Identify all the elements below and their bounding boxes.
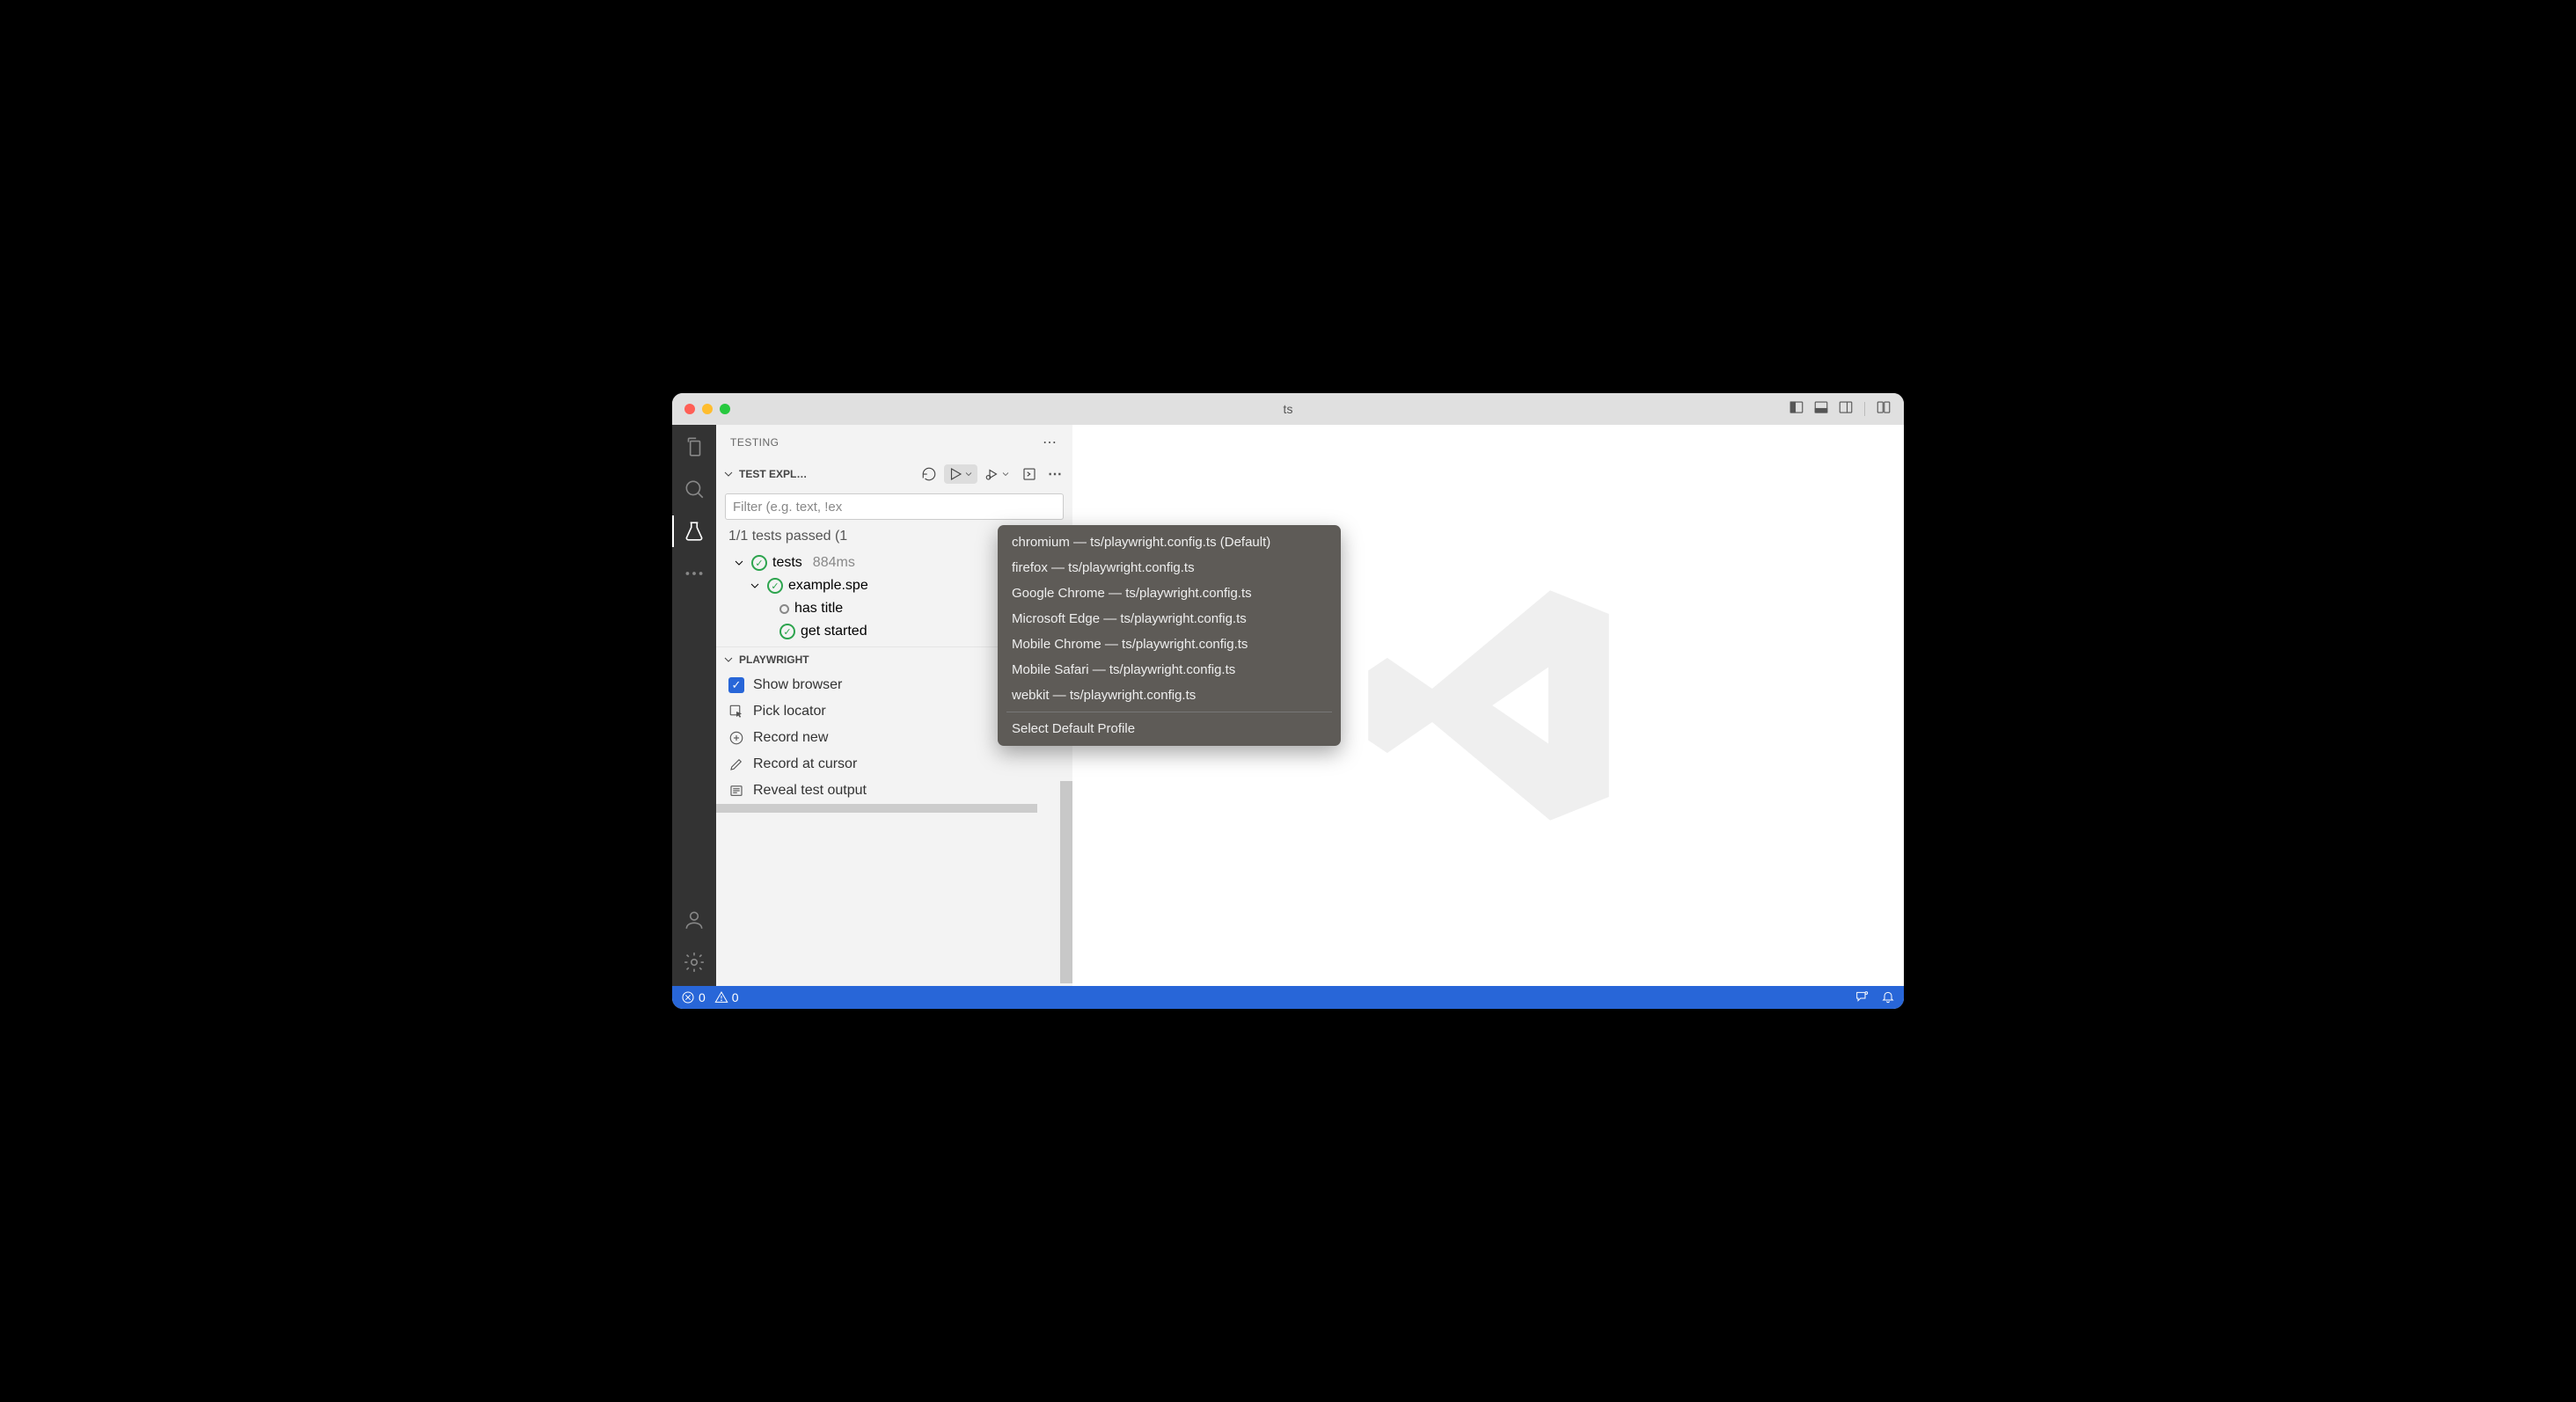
refresh-button[interactable] <box>918 464 940 484</box>
duration: 884ms <box>813 555 855 571</box>
statusbar: 0 0 <box>672 986 1904 1009</box>
layout-controls <box>1789 399 1892 420</box>
item-label: Record new <box>753 730 828 746</box>
output-icon <box>728 783 744 799</box>
traffic-lights <box>684 404 730 414</box>
item-label: Reveal test output <box>753 783 867 799</box>
menu-item[interactable]: webkit — ts/playwright.config.ts <box>998 683 1341 708</box>
test-explorer-title: TEST EXPL… <box>739 468 807 480</box>
errors-indicator[interactable]: 0 <box>681 990 706 1004</box>
show-output-button[interactable] <box>1018 464 1041 484</box>
warning-count: 0 <box>732 990 739 1004</box>
menu-item[interactable]: Microsoft Edge — ts/playwright.config.ts <box>998 606 1341 632</box>
tree-label: tests <box>772 555 802 571</box>
run-tests-button[interactable] <box>944 464 977 484</box>
notifications-icon[interactable] <box>1881 989 1895 1006</box>
unset-status-icon <box>779 604 789 614</box>
toggle-primary-sidebar-icon[interactable] <box>1789 399 1804 420</box>
feedback-icon[interactable] <box>1855 989 1869 1006</box>
maximize-button[interactable] <box>720 404 730 414</box>
horizontal-scrollbar[interactable] <box>716 804 1037 813</box>
playwright-title: PLAYWRIGHT <box>739 654 809 666</box>
search-icon[interactable] <box>683 478 706 500</box>
warnings-indicator[interactable]: 0 <box>714 990 739 1004</box>
filter-input[interactable]: Filter (e.g. text, !ex <box>725 493 1064 520</box>
tree-label: example.spe <box>788 578 868 594</box>
window-title: ts <box>1284 402 1293 416</box>
explorer-icon[interactable] <box>683 435 706 458</box>
section-more-icon[interactable]: ⋯ <box>1044 464 1067 485</box>
select-default-profile[interactable]: Select Default Profile <box>998 716 1341 741</box>
close-button[interactable] <box>684 404 695 414</box>
test-explorer-header[interactable]: TEST EXPL… ⋯ <box>716 460 1072 488</box>
menu-item[interactable]: chromium — ts/playwright.config.ts (Defa… <box>998 529 1341 555</box>
pass-icon: ✓ <box>767 578 783 594</box>
filter-placeholder: Filter (e.g. text, !ex <box>733 500 842 515</box>
pass-icon: ✓ <box>779 624 795 639</box>
activity-bar <box>672 425 716 986</box>
menu-item[interactable]: firefox — ts/playwright.config.ts <box>998 555 1341 581</box>
chevron-down-icon <box>721 653 735 667</box>
panel-more-icon[interactable]: ⋯ <box>1043 434 1058 451</box>
separator <box>1864 402 1865 416</box>
toggle-secondary-sidebar-icon[interactable] <box>1838 399 1854 420</box>
item-label: Pick locator <box>753 704 826 719</box>
toggle-panel-icon[interactable] <box>1813 399 1829 420</box>
checkbox-checked-icon: ✓ <box>728 677 744 693</box>
account-icon[interactable] <box>683 909 706 931</box>
more-icon[interactable] <box>683 562 706 585</box>
inspect-icon <box>728 704 744 719</box>
menu-item[interactable]: Mobile Safari — ts/playwright.config.ts <box>998 657 1341 683</box>
debug-tests-button[interactable] <box>981 464 1014 484</box>
customize-layout-icon[interactable] <box>1876 399 1892 420</box>
profile-dropdown-menu: chromium — ts/playwright.config.ts (Defa… <box>998 525 1341 746</box>
vscode-watermark-icon <box>1348 565 1629 846</box>
error-count: 0 <box>699 990 706 1004</box>
edit-icon <box>728 756 744 772</box>
reveal-output-button[interactable]: Reveal test output <box>716 778 1072 804</box>
item-label: Show browser <box>753 677 842 693</box>
panel-title: TESTING <box>730 436 779 449</box>
app-window: ts TESTING ⋯ TEST EXPL… <box>672 393 1904 1009</box>
titlebar: ts <box>672 393 1904 425</box>
chevron-down-icon <box>748 579 762 593</box>
settings-gear-icon[interactable] <box>683 951 706 974</box>
menu-item[interactable]: Google Chrome — ts/playwright.config.ts <box>998 581 1341 606</box>
record-at-cursor-button[interactable]: Record at cursor <box>716 751 1072 778</box>
chevron-down-icon <box>732 556 746 570</box>
minimize-button[interactable] <box>702 404 713 414</box>
tree-label: get started <box>801 624 867 639</box>
vertical-scrollbar[interactable] <box>1060 781 1072 983</box>
pass-icon: ✓ <box>751 555 767 571</box>
panel-header: TESTING ⋯ <box>716 425 1072 460</box>
add-circle-icon <box>728 730 744 746</box>
chevron-down-icon <box>721 467 735 481</box>
item-label: Record at cursor <box>753 756 857 772</box>
testing-icon[interactable] <box>683 520 706 543</box>
menu-item[interactable]: Mobile Chrome — ts/playwright.config.ts <box>998 632 1341 657</box>
tree-label: has title <box>794 601 843 617</box>
